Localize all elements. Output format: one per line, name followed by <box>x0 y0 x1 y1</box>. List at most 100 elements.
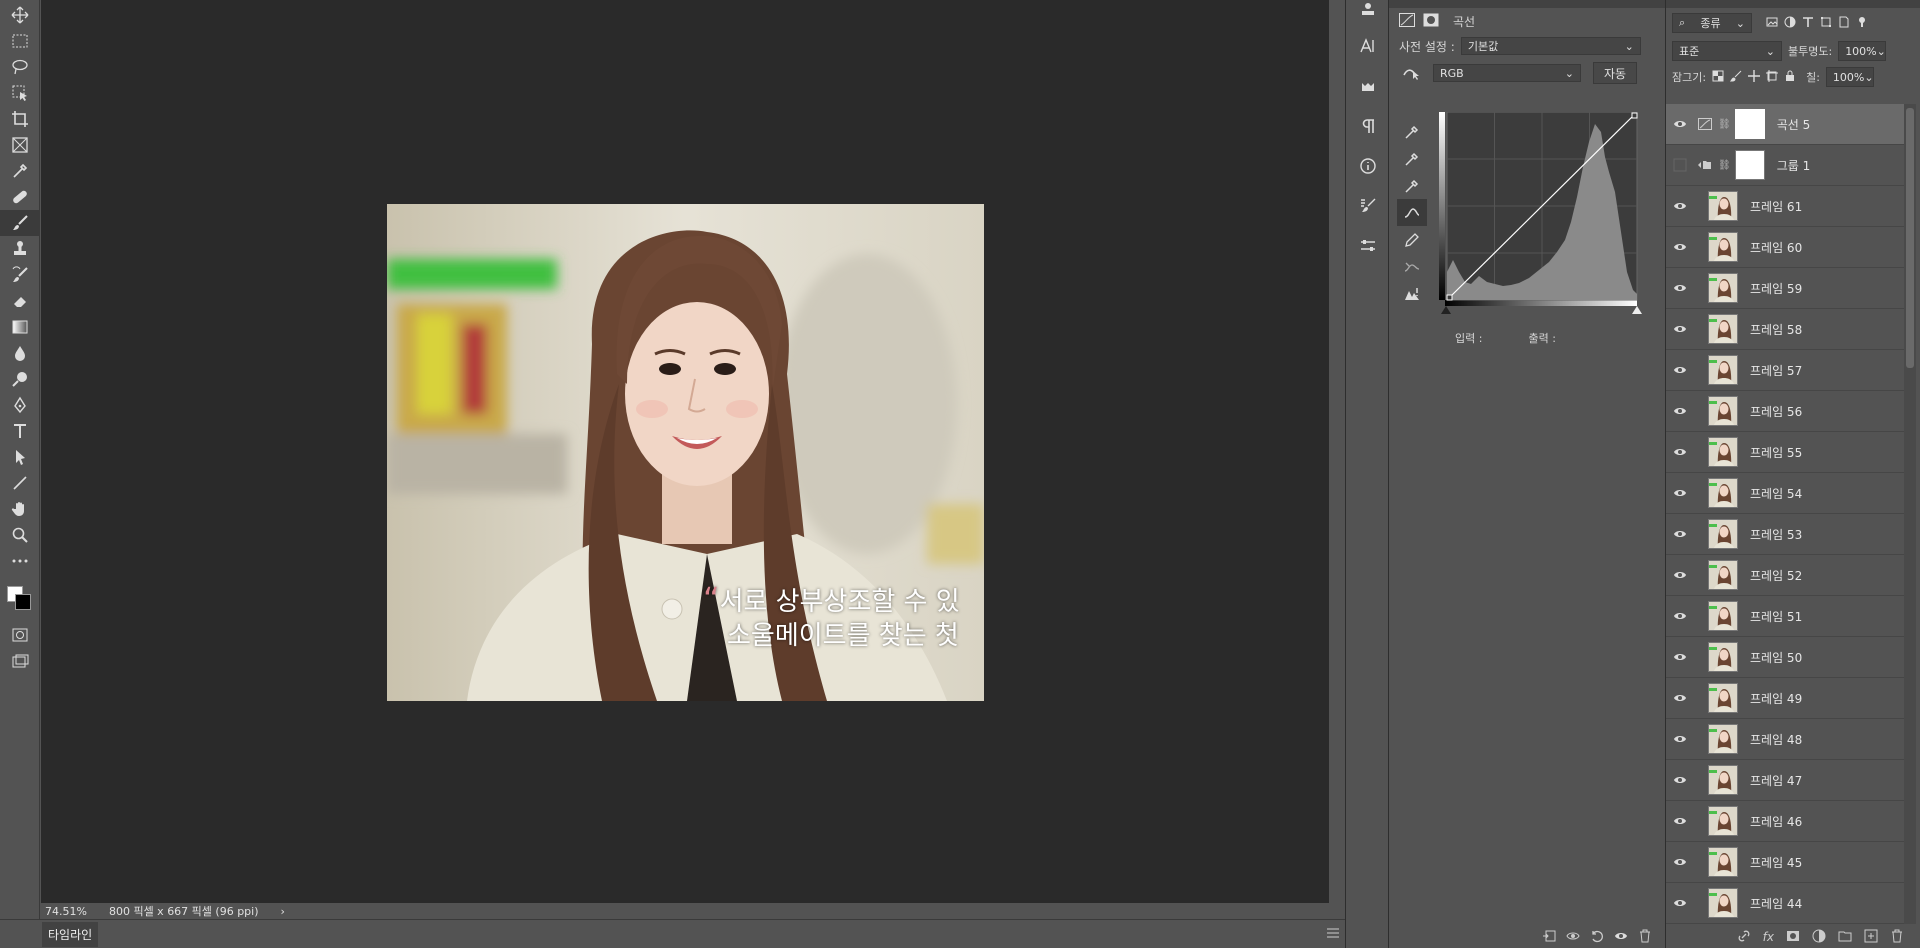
layer-filter-select[interactable]: ⌕ 종류 ⌄ <box>1672 13 1752 33</box>
mask-icon[interactable] <box>1423 13 1439 30</box>
layer-row[interactable]: 프레임 51 <box>1666 596 1904 637</box>
eye-visible-icon[interactable] <box>1666 363 1694 377</box>
filter-type-icon[interactable] <box>1802 16 1814 31</box>
filter-smart-object-icon[interactable] <box>1838 16 1850 31</box>
filter-adjustment-icon[interactable] <box>1784 16 1796 31</box>
eye-visible-icon[interactable] <box>1666 486 1694 500</box>
layer-thumbnail[interactable] <box>1708 847 1738 877</box>
timeline-menu-icon[interactable] <box>1327 927 1339 941</box>
mask-link-icon[interactable]: ⛓ <box>1718 160 1731 171</box>
black-slider-handle[interactable] <box>1441 306 1451 314</box>
status-expand-arrow[interactable]: › <box>281 905 285 918</box>
layer-row[interactable]: 프레임 50 <box>1666 637 1904 678</box>
frame-tool-icon[interactable] <box>0 132 40 158</box>
layers-scrollbar[interactable] <box>1904 104 1916 924</box>
path-select-tool-icon[interactable] <box>0 444 40 470</box>
histogram-warning-icon[interactable] <box>1397 280 1427 307</box>
layer-row[interactable]: 프레임 55 <box>1666 432 1904 473</box>
eye-visible-icon[interactable] <box>1666 814 1694 828</box>
layer-thumbnail[interactable] <box>1708 806 1738 836</box>
lock-all-icon[interactable] <box>1784 70 1796 85</box>
layer-style-fx-icon[interactable]: fx <box>1763 930 1774 944</box>
layer-row[interactable]: 프레임 60 <box>1666 227 1904 268</box>
timeline-tab[interactable]: 타임라인 <box>42 921 99 947</box>
edit-points-curve-icon[interactable] <box>1397 199 1427 226</box>
eye-visible-icon[interactable] <box>1666 281 1694 295</box>
scrollbar-thumb[interactable] <box>1906 108 1914 368</box>
mask-link-icon[interactable]: ⛓ <box>1718 119 1731 130</box>
opacity-input[interactable]: 100% ⌄ <box>1838 41 1887 61</box>
layer-row[interactable]: 프레임 59 <box>1666 268 1904 309</box>
layer-thumbnail[interactable] <box>1708 642 1738 672</box>
more-tools-icon[interactable] <box>0 548 40 574</box>
layer-row[interactable]: 프레임 45 <box>1666 842 1904 883</box>
layer-thumbnail[interactable] <box>1708 191 1738 221</box>
filter-pixel-icon[interactable] <box>1766 16 1778 31</box>
layer-mask-thumbnail[interactable] <box>1734 109 1765 139</box>
layer-row[interactable]: 프레임 52 <box>1666 555 1904 596</box>
screen-mode-icon[interactable] <box>0 648 40 674</box>
eye-visible-icon[interactable] <box>1666 322 1694 336</box>
layer-row[interactable]: 프레임 56 <box>1666 391 1904 432</box>
layer-row[interactable]: 프레임 58 <box>1666 309 1904 350</box>
brush-settings-icon[interactable] <box>1346 186 1390 226</box>
layer-thumbnail[interactable] <box>1708 437 1738 467</box>
lock-position-icon[interactable] <box>1748 69 1761 85</box>
layer-row[interactable]: 프레임 54 <box>1666 473 1904 514</box>
layer-thumbnail[interactable] <box>1708 314 1738 344</box>
delete-icon[interactable] <box>1638 929 1652 946</box>
adjustments-panel-icon[interactable] <box>1346 226 1390 266</box>
view-previous-icon[interactable] <box>1566 929 1580 946</box>
eye-visible-icon[interactable] <box>1666 773 1694 787</box>
layer-thumbnail[interactable] <box>1708 519 1738 549</box>
layer-row[interactable]: ⛓ 그룹 1 <box>1666 145 1904 186</box>
add-mask-icon[interactable] <box>1786 929 1800 946</box>
background-color-swatch[interactable] <box>15 594 31 610</box>
layer-thumbnail[interactable] <box>1708 396 1738 426</box>
crop-tool-icon[interactable] <box>0 106 40 132</box>
layer-row[interactable]: 프레임 46 <box>1666 801 1904 842</box>
layer-thumbnail[interactable] <box>1708 273 1738 303</box>
gradient-tool-icon[interactable] <box>0 314 40 340</box>
layer-thumbnail[interactable] <box>1708 232 1738 262</box>
layer-thumbnail[interactable] <box>1708 355 1738 385</box>
blend-mode-select[interactable]: 표준 ⌄ <box>1672 41 1782 61</box>
eye-visible-icon[interactable] <box>1666 117 1694 131</box>
line-tool-icon[interactable] <box>0 470 40 496</box>
visibility-icon[interactable] <box>1614 929 1628 946</box>
black-point-eyedropper-icon[interactable] <box>1397 118 1427 145</box>
object-select-tool-icon[interactable] <box>0 80 40 106</box>
white-slider-handle[interactable] <box>1632 306 1642 314</box>
history-brush-tool-icon[interactable] <box>0 262 40 288</box>
on-image-adjust-icon[interactable] <box>1399 66 1423 80</box>
layer-row[interactable]: ⛓ 곡선 5 <box>1666 104 1904 145</box>
auto-button[interactable]: 자동 <box>1593 62 1638 84</box>
eye-visible-icon[interactable] <box>1666 199 1694 213</box>
dodge-tool-icon[interactable] <box>0 366 40 392</box>
hand-tool-icon[interactable] <box>0 496 40 522</box>
layer-row[interactable]: 프레임 44 <box>1666 883 1904 924</box>
layer-row[interactable]: 프레임 53 <box>1666 514 1904 555</box>
layer-row[interactable]: 프레임 47 <box>1666 760 1904 801</box>
marquee-tool-icon[interactable] <box>0 28 40 54</box>
pen-tool-icon[interactable] <box>0 392 40 418</box>
stamp-tool-icon[interactable] <box>0 236 40 262</box>
new-group-icon[interactable] <box>1838 929 1852 946</box>
lock-pixels-icon[interactable] <box>1729 70 1742 85</box>
zoom-level[interactable]: 74.51% <box>45 905 87 918</box>
properties-tabs[interactable] <box>1389 0 1665 8</box>
smooth-curve-icon[interactable] <box>1397 253 1427 280</box>
layer-row[interactable]: 프레임 49 <box>1666 678 1904 719</box>
paragraph-panel-icon[interactable] <box>1346 106 1390 146</box>
reset-icon[interactable] <box>1590 929 1604 946</box>
white-point-eyedropper-icon[interactable] <box>1397 172 1427 199</box>
eye-visible-icon[interactable] <box>1666 240 1694 254</box>
move-tool-icon[interactable] <box>0 2 40 28</box>
layer-row[interactable]: 프레임 61 <box>1666 186 1904 227</box>
eye-visible-icon[interactable] <box>1666 691 1694 705</box>
gray-point-eyedropper-icon[interactable] <box>1397 145 1427 172</box>
clip-to-layer-icon[interactable] <box>1542 929 1556 946</box>
new-adjustment-layer-icon[interactable] <box>1812 929 1826 946</box>
pencil-draw-icon[interactable] <box>1397 226 1427 253</box>
eye-visible-icon[interactable] <box>1666 896 1694 910</box>
